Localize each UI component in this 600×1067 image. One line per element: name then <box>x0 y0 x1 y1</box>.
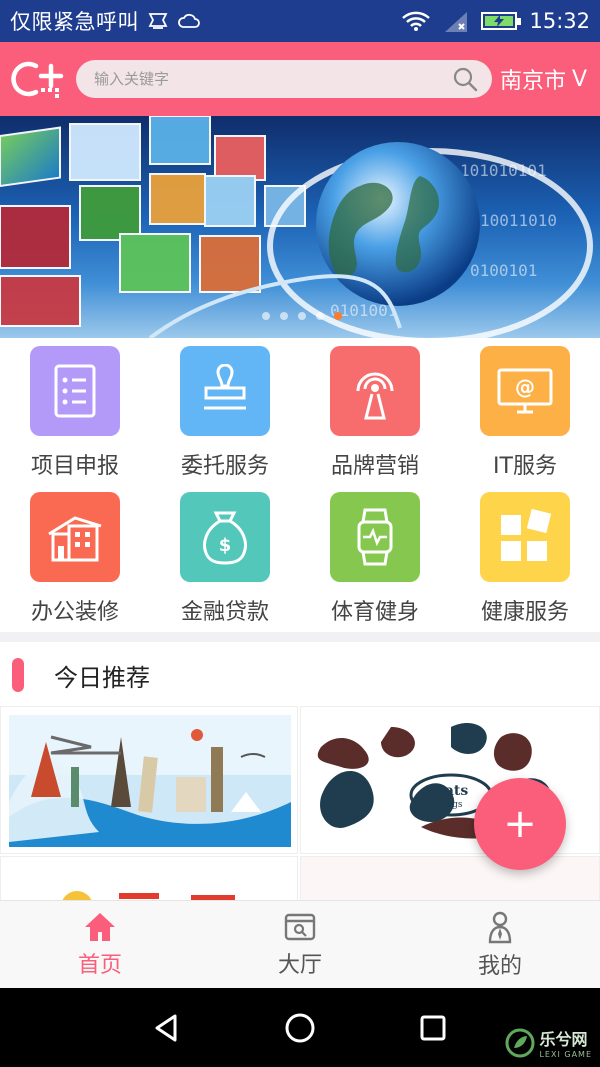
sim-icon <box>148 13 168 29</box>
category-brand-marketing[interactable]: 品牌营销 <box>300 338 450 484</box>
category-tile[interactable]: $ <box>180 492 270 582</box>
wifi-icon <box>402 11 431 31</box>
building-icon <box>48 516 102 562</box>
category-label: 项目申报 <box>30 454 119 479</box>
category-project-application[interactable]: 项目申报 <box>0 338 150 484</box>
home-circle-icon[interactable] <box>282 1010 318 1046</box>
recommend-card[interactable] <box>0 856 298 902</box>
category-tile[interactable]: @ <box>480 346 570 436</box>
category-label: 办公装修 <box>30 600 119 625</box>
category-grid: 项目申报 委托服务 品牌营销 @ IT服务 办公装修 $ 金融贷款 体育健身 健… <box>0 338 600 630</box>
category-label: 品牌营销 <box>330 454 419 479</box>
category-tile[interactable] <box>480 492 570 582</box>
search-bar[interactable] <box>76 60 492 98</box>
section-divider <box>0 632 600 642</box>
category-label: 委托服务 <box>180 454 269 479</box>
status-bar: 仅限紧急呼叫 15:32 <box>0 0 600 42</box>
category-label: 体育健身 <box>330 600 419 625</box>
card-image-partial <box>62 891 235 901</box>
category-entrusted-service[interactable]: 委托服务 <box>150 338 300 484</box>
category-label: IT服务 <box>493 454 557 479</box>
app-header: 南京市 V <box>0 42 600 116</box>
battery-charging-icon <box>481 12 522 30</box>
broadcast-tower-icon <box>356 372 394 420</box>
recommend-card[interactable] <box>300 856 600 902</box>
category-tile[interactable] <box>30 492 120 582</box>
store-icon <box>284 913 316 940</box>
carousel-dot-active[interactable] <box>334 312 342 320</box>
tab-home[interactable]: 首页 <box>0 901 200 988</box>
smartwatch-icon <box>357 508 393 566</box>
carousel-dot[interactable] <box>298 312 306 320</box>
category-finance-loan[interactable]: $ 金融贷款 <box>150 484 300 630</box>
svg-text:10011010: 10011010 <box>480 211 557 230</box>
recommend-title: 今日推荐 <box>54 663 150 692</box>
back-icon[interactable] <box>149 1010 185 1046</box>
recommend-header: 今日推荐 <box>0 642 600 708</box>
stamp-icon <box>204 364 246 410</box>
category-health-service[interactable]: 健康服务 <box>450 484 600 630</box>
carousel-dot[interactable] <box>280 312 288 320</box>
add-fab-button[interactable]: + <box>474 778 566 870</box>
plus-icon: + <box>503 801 537 847</box>
system-nav-bar: 乐兮网 LEXI GAME <box>0 988 600 1067</box>
bottom-tab-bar: 首页 大厅 我的 <box>0 900 600 988</box>
person-icon <box>488 911 512 943</box>
svg-text:$: $ <box>219 535 232 556</box>
home-icon <box>85 912 115 941</box>
signal-icon <box>445 12 468 32</box>
weather-cloud-icon <box>178 13 200 28</box>
banner-image: 101010101 10011010 0100101 0101001 <box>0 116 593 338</box>
city-selector[interactable]: 南京市 V <box>500 63 587 95</box>
monitor-at-icon: @ <box>497 368 553 414</box>
status-alert-text: 仅限紧急呼叫 <box>10 10 139 34</box>
category-tile[interactable] <box>180 346 270 436</box>
search-input[interactable] <box>94 70 452 88</box>
section-marker <box>12 658 24 692</box>
app-logo <box>8 54 70 104</box>
leaf-logo-icon <box>505 1028 535 1057</box>
watermark: 乐兮网 LEXI GAME <box>505 1026 592 1059</box>
watermark-name: 乐兮网 <box>539 1030 588 1049</box>
category-sports-fitness[interactable]: 体育健身 <box>300 484 450 630</box>
search-icon[interactable] <box>452 66 478 92</box>
category-tile[interactable] <box>30 346 120 436</box>
tab-hall[interactable]: 大厅 <box>200 901 400 988</box>
status-time: 15:32 <box>529 9 590 33</box>
tab-label: 大厅 <box>277 952 322 978</box>
tab-mine[interactable]: 我的 <box>400 901 600 988</box>
category-tile[interactable] <box>330 492 420 582</box>
recommend-card-travel[interactable] <box>0 706 298 854</box>
svg-text:@: @ <box>515 375 535 399</box>
carousel-dot[interactable] <box>262 312 270 320</box>
tab-label: 我的 <box>477 953 522 979</box>
svg-text:0100101: 0100101 <box>470 261 537 280</box>
watermark-sub: LEXI GAME <box>539 1050 592 1059</box>
category-label: 健康服务 <box>480 600 569 625</box>
promo-banner[interactable]: 101010101 10011010 0100101 0101001 <box>0 116 600 338</box>
category-tile[interactable] <box>330 346 420 436</box>
travel-image <box>9 715 291 847</box>
blocks-icon <box>501 509 552 561</box>
pets-title-cats: Cats <box>434 783 469 799</box>
money-bag-icon: $ <box>203 511 247 565</box>
document-list-icon <box>54 364 96 418</box>
carousel-indicator[interactable] <box>262 312 342 320</box>
category-it-service[interactable]: @ IT服务 <box>450 338 600 484</box>
category-office-decoration[interactable]: 办公装修 <box>0 484 150 630</box>
carousel-dot[interactable] <box>316 312 324 320</box>
chevron-down-icon: V <box>572 66 588 92</box>
c-plus-logo-icon <box>11 61 64 98</box>
city-label: 南京市 <box>500 69 567 94</box>
tab-label: 首页 <box>77 952 122 978</box>
category-label: 金融贷款 <box>180 600 269 625</box>
pets-title-dogs: Dogs <box>439 800 462 810</box>
recents-icon[interactable] <box>415 1010 451 1046</box>
